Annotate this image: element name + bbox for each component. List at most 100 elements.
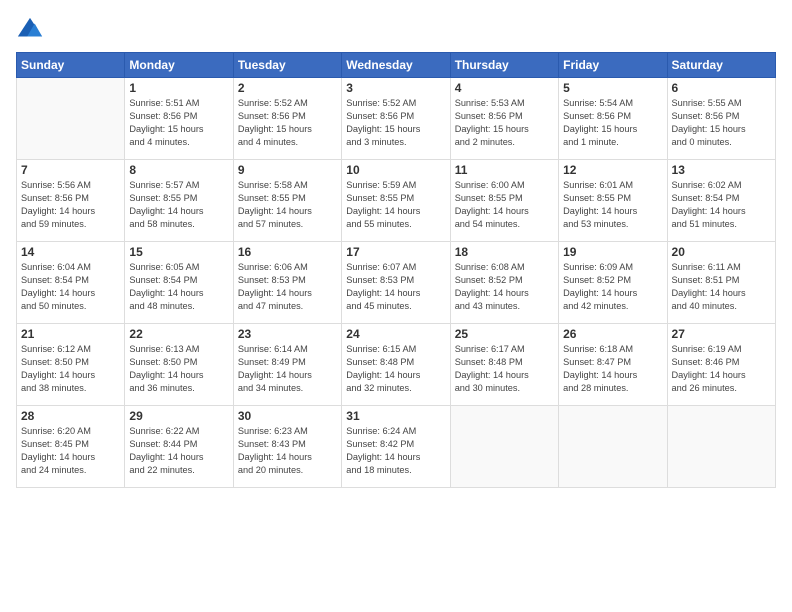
calendar-cell: 31Sunrise: 6:24 AM Sunset: 8:42 PM Dayli… xyxy=(342,406,450,488)
calendar-cell: 15 Sunrise: 6:05 AM Sunset: 8:54 PM Dayli… xyxy=(125,242,233,324)
calendar-cell: 6 Sunrise: 5:55 AM Sunset: 8:56 PM Daylig… xyxy=(667,78,775,160)
day-info: Sunrise: 6:11 AM Sunset: 8:51 PM Dayligh… xyxy=(672,261,771,313)
day-number: 18 xyxy=(455,245,554,259)
day-info: Sunrise: 6:02 AM Sunset: 8:54 PM Dayligh… xyxy=(672,179,771,231)
col-header-wednesday: Wednesday xyxy=(342,53,450,78)
calendar-cell: 8Sunrise: 5:57 AM Sunset: 8:55 PM Daylig… xyxy=(125,160,233,242)
day-number: 1 xyxy=(129,81,228,95)
day-info: Sunrise: 6:20 AM Sunset: 8:45 PM Dayligh… xyxy=(21,425,120,477)
calendar-cell: 27 Sunrise: 6:19 AM Sunset: 8:46 PM Dayli… xyxy=(667,324,775,406)
day-number: 3 xyxy=(346,81,445,95)
calendar-cell: 13 Sunrise: 6:02 AM Sunset: 8:54 PM Dayli… xyxy=(667,160,775,242)
day-number: 9 xyxy=(238,163,337,177)
calendar-header-row: SundayMondayTuesdayWednesdayThursdayFrid… xyxy=(17,53,776,78)
calendar-cell: 23Sunrise: 6:14 AM Sunset: 8:49 PM Dayli… xyxy=(233,324,341,406)
day-number: 17 xyxy=(346,245,445,259)
calendar-cell: 25Sunrise: 6:17 AM Sunset: 8:48 PM Dayli… xyxy=(450,324,558,406)
day-number: 15 xyxy=(129,245,228,259)
calendar-cell: 1Sunrise: 5:51 AM Sunset: 8:56 PM Daylig… xyxy=(125,78,233,160)
day-info: Sunrise: 6:13 AM Sunset: 8:50 PM Dayligh… xyxy=(129,343,228,395)
day-info: Sunrise: 5:58 AM Sunset: 8:55 PM Dayligh… xyxy=(238,179,337,231)
calendar-cell: 26 Sunrise: 6:18 AM Sunset: 8:47 PM Dayli… xyxy=(559,324,667,406)
col-header-saturday: Saturday xyxy=(667,53,775,78)
day-info: Sunrise: 6:12 AM Sunset: 8:50 PM Dayligh… xyxy=(21,343,120,395)
col-header-friday: Friday xyxy=(559,53,667,78)
calendar-cell: 4Sunrise: 5:53 AM Sunset: 8:56 PM Daylig… xyxy=(450,78,558,160)
day-number: 26 xyxy=(563,327,662,341)
day-info: Sunrise: 6:22 AM Sunset: 8:44 PM Dayligh… xyxy=(129,425,228,477)
day-info: Sunrise: 6:04 AM Sunset: 8:54 PM Dayligh… xyxy=(21,261,120,313)
day-number: 7 xyxy=(21,163,120,177)
day-info: Sunrise: 6:08 AM Sunset: 8:52 PM Dayligh… xyxy=(455,261,554,313)
day-number: 13 xyxy=(672,163,771,177)
calendar-cell: 3 Sunrise: 5:52 AM Sunset: 8:56 PM Daylig… xyxy=(342,78,450,160)
calendar-cell xyxy=(667,406,775,488)
calendar-cell: 17Sunrise: 6:07 AM Sunset: 8:53 PM Dayli… xyxy=(342,242,450,324)
day-info: Sunrise: 5:59 AM Sunset: 8:55 PM Dayligh… xyxy=(346,179,445,231)
day-info: Sunrise: 5:52 AM Sunset: 8:56 PM Dayligh… xyxy=(346,97,445,149)
day-number: 5 xyxy=(563,81,662,95)
day-number: 21 xyxy=(21,327,120,341)
day-number: 4 xyxy=(455,81,554,95)
calendar-cell: 30 Sunrise: 6:23 AM Sunset: 8:43 PM Dayli… xyxy=(233,406,341,488)
col-header-sunday: Sunday xyxy=(17,53,125,78)
day-number: 22 xyxy=(129,327,228,341)
calendar-cell: 24 Sunrise: 6:15 AM Sunset: 8:48 PM Dayli… xyxy=(342,324,450,406)
calendar-cell: 11 Sunrise: 6:00 AM Sunset: 8:55 PM Dayli… xyxy=(450,160,558,242)
day-info: Sunrise: 6:01 AM Sunset: 8:55 PM Dayligh… xyxy=(563,179,662,231)
calendar-cell: 9 Sunrise: 5:58 AM Sunset: 8:55 PM Daylig… xyxy=(233,160,341,242)
day-info: Sunrise: 6:14 AM Sunset: 8:49 PM Dayligh… xyxy=(238,343,337,395)
day-number: 30 xyxy=(238,409,337,423)
calendar-cell: 29 Sunrise: 6:22 AM Sunset: 8:44 PM Dayli… xyxy=(125,406,233,488)
calendar-table: SundayMondayTuesdayWednesdayThursdayFrid… xyxy=(16,52,776,488)
calendar-cell xyxy=(559,406,667,488)
calendar-cell: 5Sunrise: 5:54 AM Sunset: 8:56 PM Daylig… xyxy=(559,78,667,160)
day-info: Sunrise: 6:23 AM Sunset: 8:43 PM Dayligh… xyxy=(238,425,337,477)
day-number: 2 xyxy=(238,81,337,95)
day-number: 12 xyxy=(563,163,662,177)
day-info: Sunrise: 5:52 AM Sunset: 8:56 PM Dayligh… xyxy=(238,97,337,149)
day-number: 11 xyxy=(455,163,554,177)
day-info: Sunrise: 6:06 AM Sunset: 8:53 PM Dayligh… xyxy=(238,261,337,313)
calendar-cell: 16 Sunrise: 6:06 AM Sunset: 8:53 PM Dayli… xyxy=(233,242,341,324)
day-info: Sunrise: 6:19 AM Sunset: 8:46 PM Dayligh… xyxy=(672,343,771,395)
week-row-4: 28 Sunrise: 6:20 AM Sunset: 8:45 PM Dayli… xyxy=(17,406,776,488)
calendar-cell: 20 Sunrise: 6:11 AM Sunset: 8:51 PM Dayli… xyxy=(667,242,775,324)
day-number: 14 xyxy=(21,245,120,259)
day-info: Sunrise: 6:17 AM Sunset: 8:48 PM Dayligh… xyxy=(455,343,554,395)
calendar-cell: 12 Sunrise: 6:01 AM Sunset: 8:55 PM Dayli… xyxy=(559,160,667,242)
day-info: Sunrise: 6:05 AM Sunset: 8:54 PM Dayligh… xyxy=(129,261,228,313)
day-info: Sunrise: 5:55 AM Sunset: 8:56 PM Dayligh… xyxy=(672,97,771,149)
day-number: 28 xyxy=(21,409,120,423)
calendar-cell: 18 Sunrise: 6:08 AM Sunset: 8:52 PM Dayli… xyxy=(450,242,558,324)
calendar-cell: 2 Sunrise: 5:52 AM Sunset: 8:56 PM Daylig… xyxy=(233,78,341,160)
day-number: 20 xyxy=(672,245,771,259)
day-number: 29 xyxy=(129,409,228,423)
calendar-cell: 21 Sunrise: 6:12 AM Sunset: 8:50 PM Dayli… xyxy=(17,324,125,406)
day-number: 8 xyxy=(129,163,228,177)
calendar-cell xyxy=(17,78,125,160)
week-row-3: 21 Sunrise: 6:12 AM Sunset: 8:50 PM Dayli… xyxy=(17,324,776,406)
day-info: Sunrise: 6:09 AM Sunset: 8:52 PM Dayligh… xyxy=(563,261,662,313)
calendar-cell: 19Sunrise: 6:09 AM Sunset: 8:52 PM Dayli… xyxy=(559,242,667,324)
day-number: 31 xyxy=(346,409,445,423)
day-info: Sunrise: 6:18 AM Sunset: 8:47 PM Dayligh… xyxy=(563,343,662,395)
day-info: Sunrise: 5:56 AM Sunset: 8:56 PM Dayligh… xyxy=(21,179,120,231)
calendar-cell xyxy=(450,406,558,488)
day-info: Sunrise: 6:00 AM Sunset: 8:55 PM Dayligh… xyxy=(455,179,554,231)
day-number: 24 xyxy=(346,327,445,341)
calendar-cell: 28 Sunrise: 6:20 AM Sunset: 8:45 PM Dayli… xyxy=(17,406,125,488)
col-header-thursday: Thursday xyxy=(450,53,558,78)
week-row-2: 14 Sunrise: 6:04 AM Sunset: 8:54 PM Dayli… xyxy=(17,242,776,324)
day-number: 16 xyxy=(238,245,337,259)
week-row-1: 7 Sunrise: 5:56 AM Sunset: 8:56 PM Daylig… xyxy=(17,160,776,242)
day-number: 10 xyxy=(346,163,445,177)
col-header-tuesday: Tuesday xyxy=(233,53,341,78)
calendar-cell: 10 Sunrise: 5:59 AM Sunset: 8:55 PM Dayli… xyxy=(342,160,450,242)
day-number: 6 xyxy=(672,81,771,95)
day-number: 27 xyxy=(672,327,771,341)
header xyxy=(16,16,776,44)
logo xyxy=(16,16,48,44)
calendar-cell: 14 Sunrise: 6:04 AM Sunset: 8:54 PM Dayli… xyxy=(17,242,125,324)
day-info: Sunrise: 6:15 AM Sunset: 8:48 PM Dayligh… xyxy=(346,343,445,395)
